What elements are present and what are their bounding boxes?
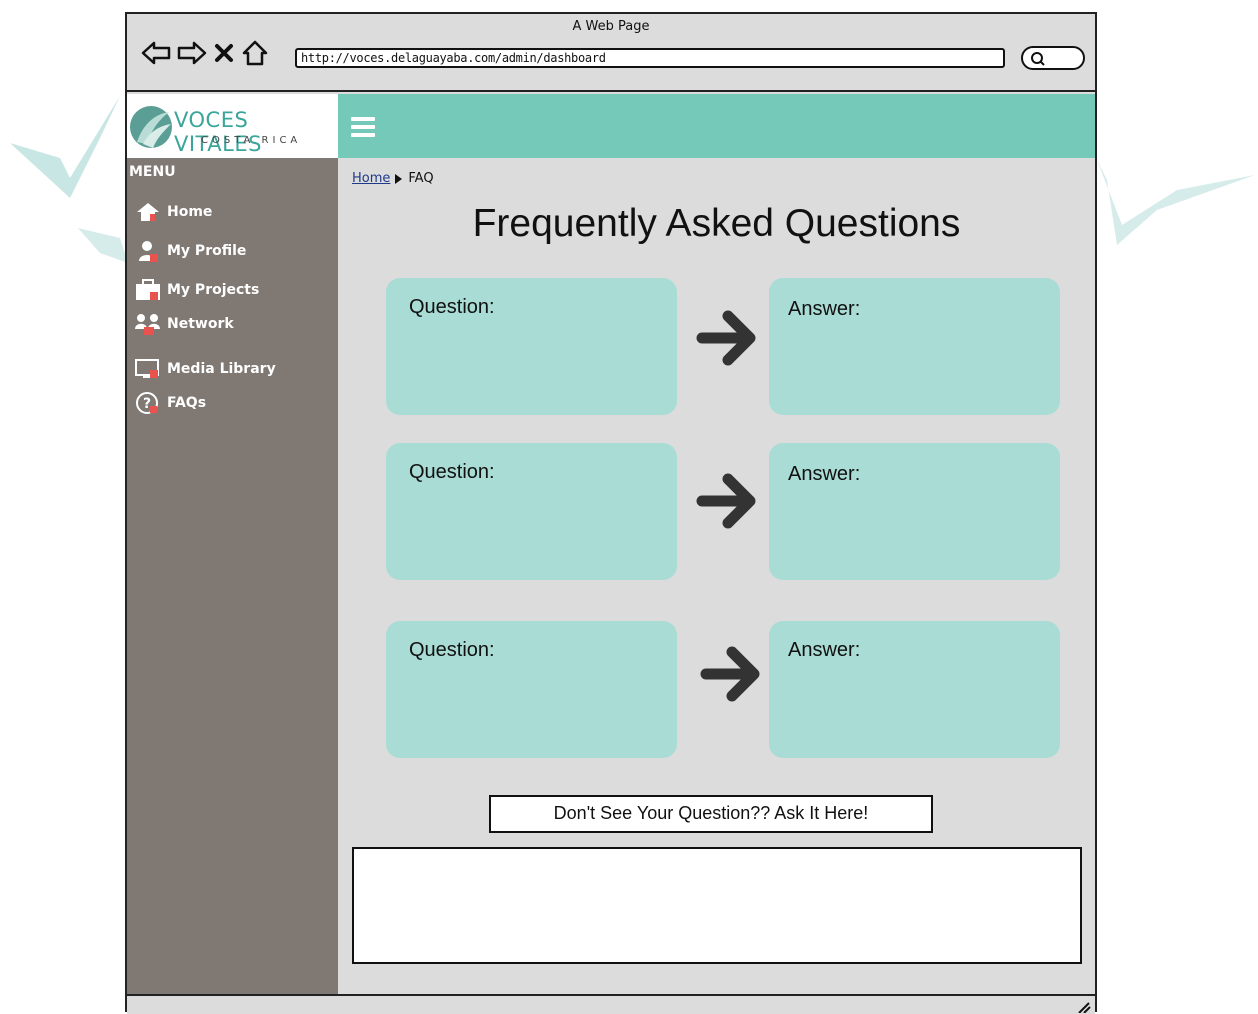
main-content: Home FAQ Frequently Asked Questions Ques… xyxy=(338,158,1095,994)
home-icon xyxy=(137,203,159,221)
question-card[interactable]: Question: xyxy=(386,621,677,758)
leaf-logo-icon xyxy=(130,106,172,148)
sidebar-item-my-profile[interactable]: My Profile xyxy=(135,239,246,263)
brand-name: VOCES VITALES xyxy=(174,108,262,156)
brand-subtitle: COSTA RICA xyxy=(201,135,302,146)
monitor-icon xyxy=(135,359,159,378)
briefcase-icon xyxy=(136,279,160,300)
check-mark-decoration-right xyxy=(1097,160,1255,245)
sidebar-item-label: Home xyxy=(167,204,213,220)
ask-question-button[interactable]: Don't See Your Question?? Ask It Here! xyxy=(489,795,933,833)
page-title: Frequently Asked Questions xyxy=(472,202,961,245)
answer-label: Answer: xyxy=(788,639,861,661)
network-icon xyxy=(135,314,160,335)
resize-grip-icon[interactable] xyxy=(1075,999,1091,1013)
home-outline-icon[interactable] xyxy=(241,40,269,66)
brand-logo[interactable]: VOCES VITALES COSTA RICA xyxy=(127,94,338,158)
sidebar-item-home[interactable]: Home xyxy=(135,200,212,224)
question-label: Question: xyxy=(409,296,495,318)
answer-card[interactable]: Answer: xyxy=(769,278,1060,415)
breadcrumb-current: FAQ xyxy=(408,171,434,186)
arrow-right-icon xyxy=(696,473,756,529)
search-button[interactable] xyxy=(1021,46,1085,70)
ask-question-textarea[interactable] xyxy=(352,847,1082,964)
answer-label: Answer: xyxy=(788,298,861,320)
url-input[interactable]: http://voces.delaguayaba.com/admin/dashb… xyxy=(295,48,1005,68)
window-title: A Web Page xyxy=(572,19,650,34)
stop-x-icon[interactable] xyxy=(213,41,235,65)
browser-statusbar xyxy=(127,994,1095,1014)
chevron-right-icon xyxy=(395,173,403,184)
sidebar-item-label: FAQs xyxy=(167,395,207,411)
sidebar-item-faqs[interactable]: ? FAQs xyxy=(135,391,206,415)
check-mark-decoration-left xyxy=(10,96,128,263)
browser-titlebar: A Web Page http://voces.delaguayaba.com/… xyxy=(127,14,1095,92)
menu-title: MENU xyxy=(129,164,176,180)
sidebar-item-label: My Projects xyxy=(167,282,260,298)
browser-nav-buttons xyxy=(141,38,269,68)
breadcrumb-home-link[interactable]: Home xyxy=(352,171,390,186)
back-arrow-icon[interactable] xyxy=(141,41,171,65)
answer-card[interactable]: Answer: xyxy=(769,443,1060,580)
question-card[interactable]: Question: xyxy=(386,278,677,415)
sidebar-item-media-library[interactable]: Media Library xyxy=(135,357,276,381)
breadcrumb: Home FAQ xyxy=(352,171,434,186)
user-icon xyxy=(139,241,158,262)
svg-text:?: ? xyxy=(143,396,151,412)
sidebar-item-my-projects[interactable]: My Projects xyxy=(135,278,259,302)
arrow-right-icon xyxy=(696,310,756,366)
browser-window: A Web Page http://voces.delaguayaba.com/… xyxy=(125,12,1097,1014)
hamburger-menu-icon[interactable] xyxy=(351,117,375,137)
answer-card[interactable]: Answer: xyxy=(769,621,1060,758)
question-card[interactable]: Question: xyxy=(386,443,677,580)
search-icon xyxy=(1031,52,1045,66)
question-label: Question: xyxy=(409,461,495,483)
forward-arrow-icon[interactable] xyxy=(177,41,207,65)
sidebar-item-label: My Profile xyxy=(167,243,247,259)
sidebar-item-label: Network xyxy=(167,316,234,332)
answer-label: Answer: xyxy=(788,463,861,485)
help-icon: ? xyxy=(136,392,158,414)
sidebar-item-label: Media Library xyxy=(167,361,276,377)
sidebar: MENU Home My Profile My Projects Network… xyxy=(127,158,338,1014)
sidebar-item-network[interactable]: Network xyxy=(135,312,234,336)
question-label: Question: xyxy=(409,639,495,661)
arrow-right-icon xyxy=(700,646,760,702)
